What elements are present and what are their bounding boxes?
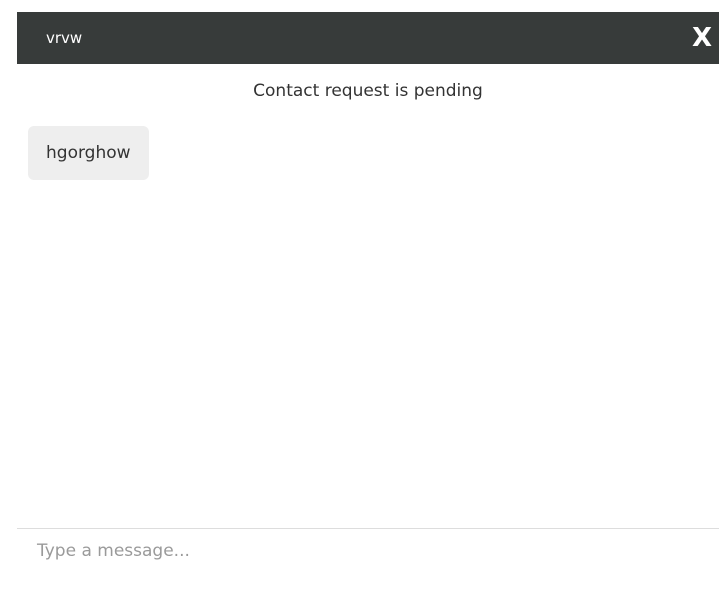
message-composer [17, 528, 719, 615]
message-area[interactable]: Contact request is pending hgorghow [17, 64, 719, 528]
message-input[interactable] [17, 529, 719, 615]
chat-title: vrvw [46, 29, 83, 47]
close-button[interactable]: X [685, 12, 719, 64]
chat-header: vrvw X [17, 12, 719, 64]
message-bubble: hgorghow [28, 126, 149, 180]
contact-request-status: Contact request is pending [253, 81, 483, 101]
close-icon: X [691, 23, 713, 53]
chat-window: vrvw X Contact request is pending hgorgh… [0, 0, 719, 615]
